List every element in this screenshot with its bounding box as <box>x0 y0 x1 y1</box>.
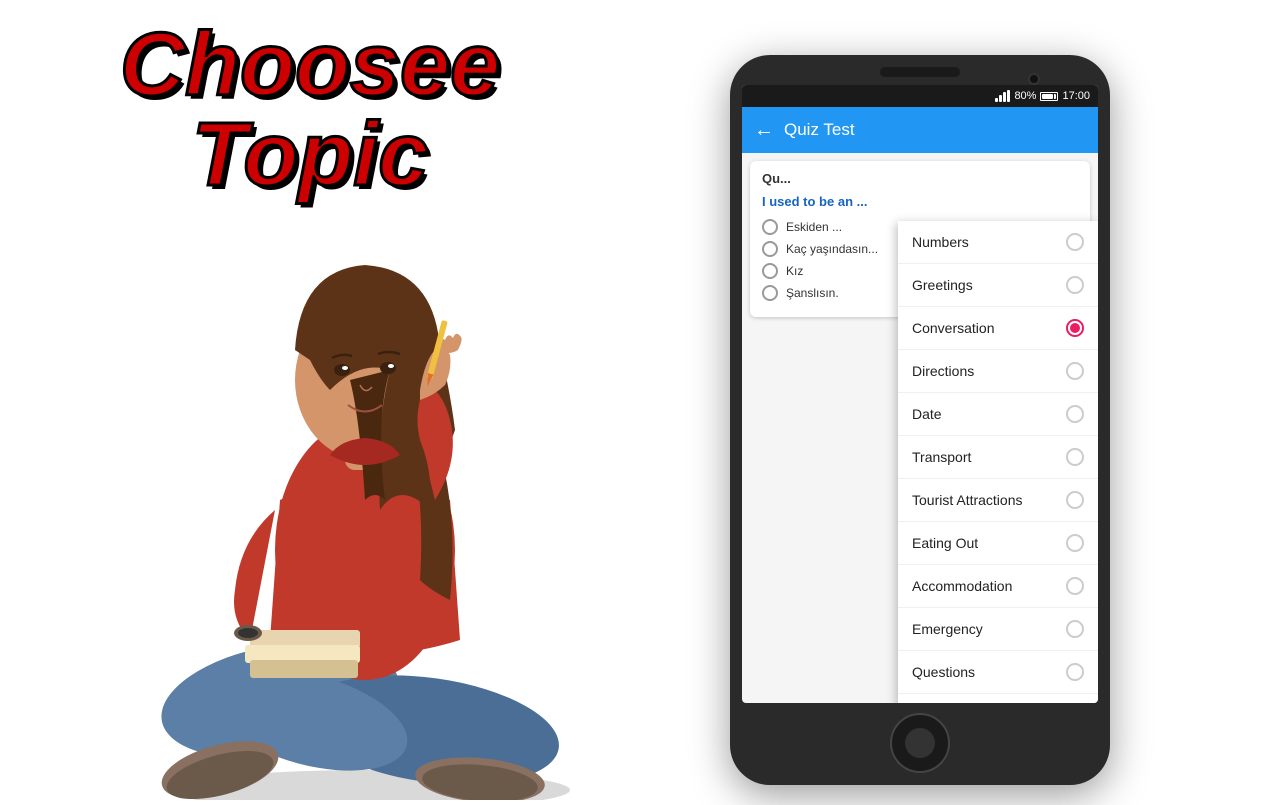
dropdown-item-date[interactable]: Date <box>898 393 1098 436</box>
dropdown-radio-2[interactable] <box>1066 319 1084 337</box>
battery-percent: 80% <box>1014 90 1036 102</box>
quiz-question: I used to be an ... <box>762 194 1078 209</box>
radio-2[interactable] <box>762 241 778 257</box>
dropdown-item-conversation[interactable]: Conversation <box>898 307 1098 350</box>
battery-icon <box>1040 92 1058 101</box>
dropdown-item-questions[interactable]: Questions <box>898 651 1098 694</box>
radio-3[interactable] <box>762 263 778 279</box>
person-illustration <box>80 80 680 800</box>
dropdown-label-6: Tourist Attractions <box>912 492 1023 508</box>
dropdown-item-emergency[interactable]: Emergency <box>898 608 1098 651</box>
dropdown-radio-9[interactable] <box>1066 620 1084 638</box>
dropdown-radio-6[interactable] <box>1066 491 1084 509</box>
radio-4[interactable] <box>762 285 778 301</box>
dropdown-label-2: Conversation <box>912 320 995 336</box>
dropdown-item-tourist-attractions[interactable]: Tourist Attractions <box>898 479 1098 522</box>
dropdown-label-5: Transport <box>912 449 971 465</box>
back-button[interactable]: ← <box>754 119 774 142</box>
dropdown-label-3: Directions <box>912 363 974 379</box>
dropdown-radio-8[interactable] <box>1066 577 1084 595</box>
dropdown-radio-5[interactable] <box>1066 448 1084 466</box>
topic-dropdown: Numbers Greetings Conversation Directions Da… <box>898 221 1098 703</box>
dropdown-item-accommodation[interactable]: Accommodation <box>898 565 1098 608</box>
status-bar: 80% 17:00 <box>742 85 1098 107</box>
dropdown-label-7: Eating Out <box>912 535 978 551</box>
signal-icon <box>995 90 1010 102</box>
quiz-card-title: Qu... <box>762 171 1078 186</box>
dropdown-radio-1[interactable] <box>1066 276 1084 294</box>
option-text-2: Kaç yaşındasın... <box>786 242 878 256</box>
status-time: 17:00 <box>1062 90 1090 102</box>
dropdown-label-0: Numbers <box>912 234 969 250</box>
dropdown-item-numbers[interactable]: Numbers <box>898 221 1098 264</box>
dropdown-radio-10[interactable] <box>1066 663 1084 681</box>
dropdown-label-10: Questions <box>912 664 975 680</box>
dropdown-radio-4[interactable] <box>1066 405 1084 423</box>
phone-camera <box>1028 73 1040 85</box>
home-button[interactable] <box>890 713 950 773</box>
dropdown-label-9: Emergency <box>912 621 983 637</box>
app-content: Qu... I used to be an ... Eskiden ... Ka… <box>742 153 1098 703</box>
dropdown-label-8: Accommodation <box>912 578 1012 594</box>
dropdown-radio-3[interactable] <box>1066 362 1084 380</box>
dropdown-item-greetings[interactable]: Greetings <box>898 264 1098 307</box>
dropdown-label-4: Date <box>912 406 942 422</box>
dropdown-radio-7[interactable] <box>1066 534 1084 552</box>
app-bar: ← Quiz Test <box>742 107 1098 153</box>
app-bar-title: Quiz Test <box>784 120 855 140</box>
phone-screen: 80% 17:00 ← Quiz Test Qu... I used to be… <box>742 85 1098 703</box>
option-text-1: Eskiden ... <box>786 220 842 234</box>
phone-speaker <box>880 67 960 77</box>
dropdown-item-eating-out[interactable]: Eating Out <box>898 522 1098 565</box>
dropdown-item-transport[interactable]: Transport <box>898 436 1098 479</box>
home-button-inner <box>905 728 935 758</box>
dropdown-label-1: Greetings <box>912 277 973 293</box>
dropdown-item-market[interactable]: Market <box>898 694 1098 703</box>
option-text-4: Şanslısın. <box>786 286 839 300</box>
radio-1[interactable] <box>762 219 778 235</box>
dropdown-radio-0[interactable] <box>1066 233 1084 251</box>
dropdown-item-directions[interactable]: Directions <box>898 350 1098 393</box>
phone: 80% 17:00 ← Quiz Test Qu... I used to be… <box>730 55 1110 785</box>
option-text-3: Kız <box>786 264 803 278</box>
